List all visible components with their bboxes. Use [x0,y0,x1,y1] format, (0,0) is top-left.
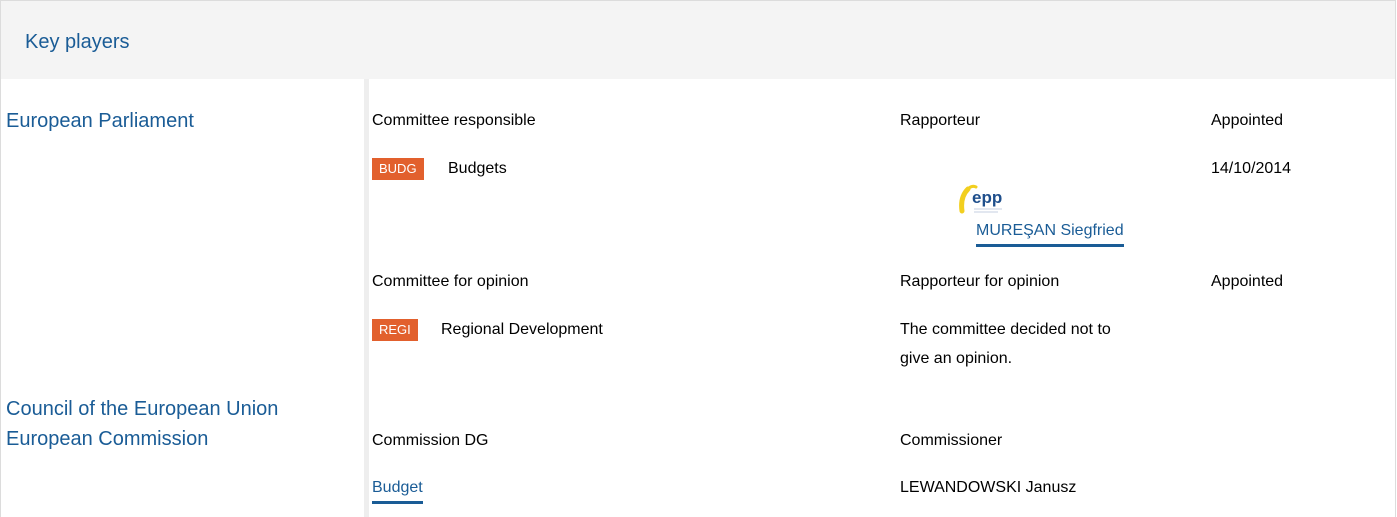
column-divider [364,79,369,517]
header-commission-dg: Commission DG [372,432,489,449]
header-commissioner: Commissioner [900,432,1003,449]
header-rapporteur: Rapporteur [900,112,981,129]
header-appointed-opinion: Appointed [1211,273,1284,290]
no-opinion-note-line1: The committee decided not to [900,321,1111,338]
institution-council: Council of the European Union [6,398,279,420]
header-committee-responsible: Committee responsible [372,112,536,129]
no-opinion-note-line2: give an opinion. [900,350,1013,367]
header-committee-opinion: Committee for opinion [372,273,529,290]
institution-commission: European Commission [6,428,209,450]
committee-badge-budg: BUDG [372,158,424,180]
dg-link-budget[interactable]: Budget [372,479,423,504]
section-title: Key players [25,31,130,53]
committee-name-budgets: Budgets [448,160,507,177]
header-rapporteur-opinion: Rapporteur for opinion [900,273,1060,290]
committee-badge-regi: REGI [372,319,418,341]
appointed-date: 14/10/2014 [1211,160,1292,177]
header-appointed: Appointed [1211,112,1284,129]
rapporteur-link-muresan[interactable]: MUREŞAN Siegfried [976,222,1124,247]
institution-european-parliament: European Parliament [6,110,194,132]
section-header: Key players [1,1,1395,79]
commissioner-name: LEWANDOWSKI Janusz [900,479,1077,496]
committee-name-regional-development: Regional Development [441,321,603,338]
epp-logo-text: epp [972,188,1002,207]
